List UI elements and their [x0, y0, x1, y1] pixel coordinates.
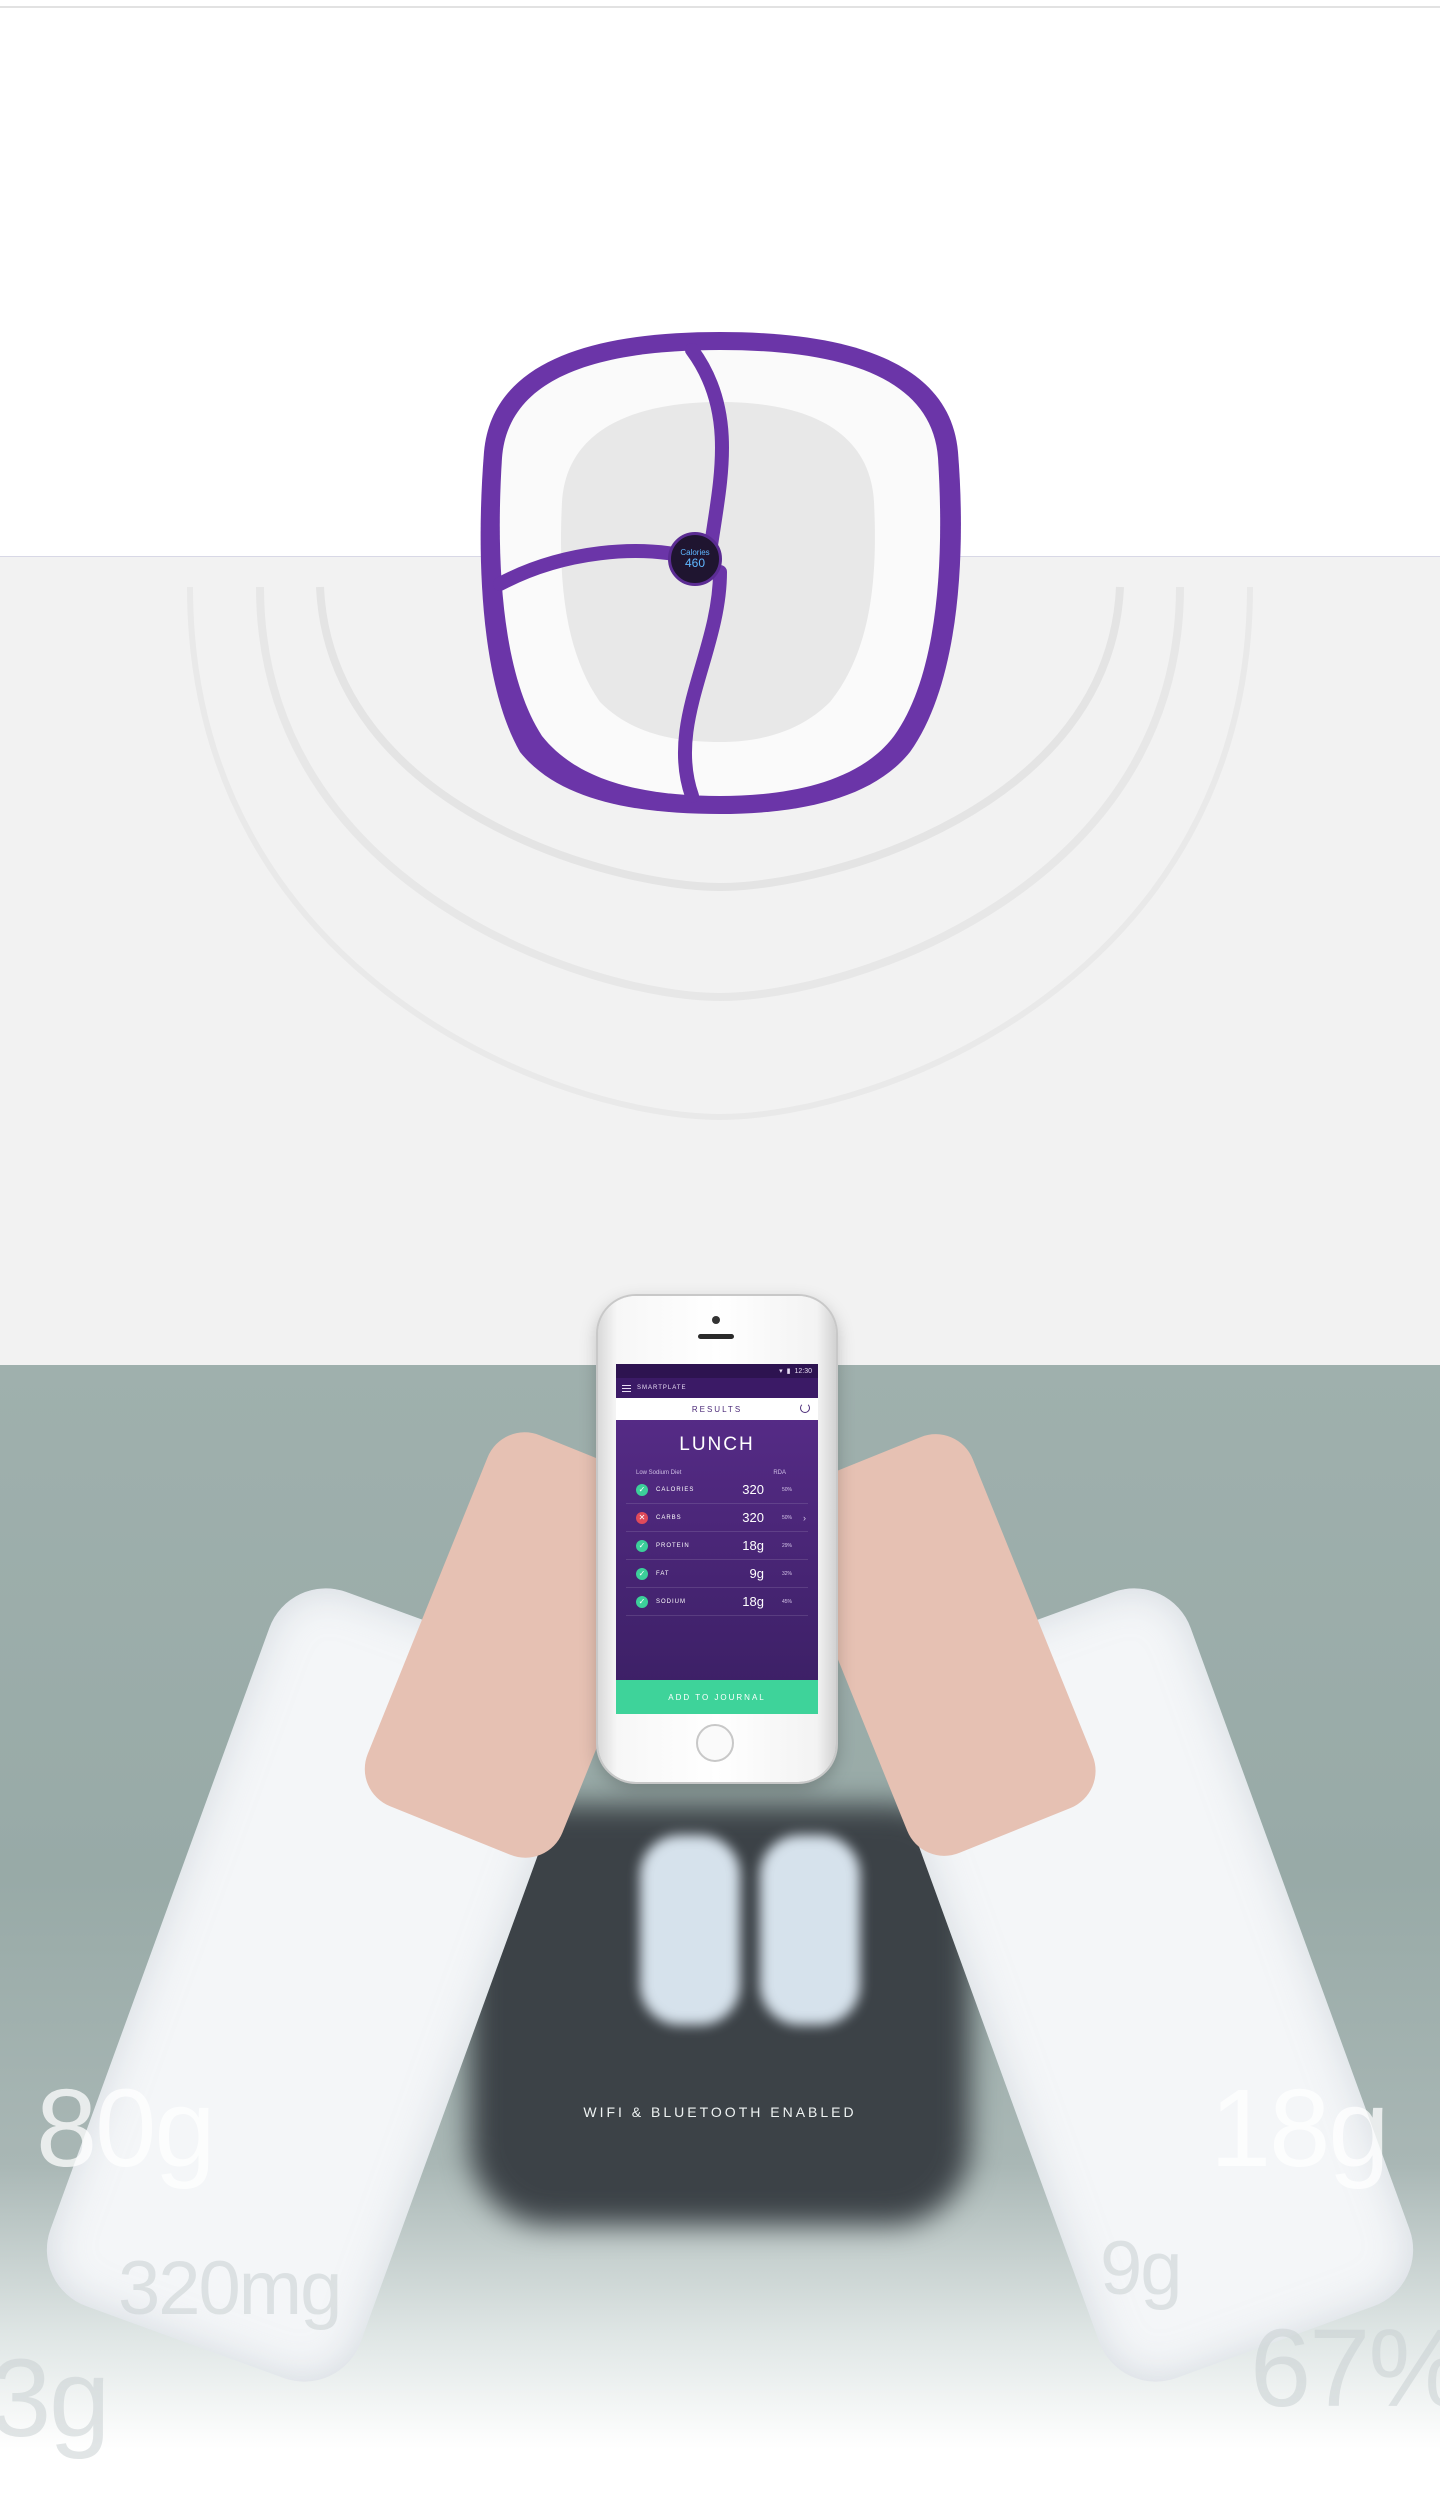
nutrient-list: ✓ CALORIES 320 50% ✕ CARBS 320 50% › ✓ P… [616, 1476, 818, 1616]
app-screen: ▾ ▮ 12:30 SMARTPLATE RESULTS LUNCH Low S… [616, 1364, 818, 1714]
brand-name: SMARTPLATE [637, 1385, 687, 1391]
calorie-display: Calories 460 [668, 532, 722, 586]
bg-number-left-top: 80g [36, 2067, 216, 2190]
screen-title: RESULTS [691, 1404, 743, 1414]
smart-plate [480, 332, 961, 814]
smartphone: ▾ ▮ 12:30 SMARTPLATE RESULTS LUNCH Low S… [598, 1296, 836, 1782]
nutrient-name: FAT [656, 1570, 670, 1577]
menu-icon[interactable] [622, 1384, 631, 1392]
nutrient-amount: 18g [742, 1538, 764, 1553]
results-header: RESULTS [616, 1398, 818, 1420]
diet-label: Low Sodium Diet [636, 1470, 682, 1476]
bg-number-right-bottom: 67% [1250, 2307, 1440, 2430]
nutrient-name: CARBS [656, 1514, 682, 1521]
app-bar: SMARTPLATE [616, 1378, 818, 1398]
add-to-journal-button[interactable]: ADD TO JOURNAL [616, 1680, 818, 1714]
check-icon: ✓ [636, 1483, 648, 1496]
nutrient-rda: 45% [781, 1598, 792, 1605]
nutrient-row-fat[interactable]: ✓ FAT 9g 32% [626, 1560, 808, 1588]
bg-number-right-mid: 9g [1100, 2226, 1183, 2311]
nutrient-amount: 320 [742, 1482, 764, 1497]
front-camera [712, 1316, 720, 1324]
nutrient-amount: 9g [749, 1566, 764, 1581]
wifi-icon: ▾ [779, 1368, 783, 1375]
bg-number-right-top: 18g [1210, 2067, 1390, 2190]
nutrient-rda: 50% [781, 1486, 792, 1493]
nutrient-name: CALORIES [656, 1486, 695, 1493]
nutrient-row-protein[interactable]: ✓ PROTEIN 18g 29% [626, 1532, 808, 1560]
nutrient-rda: 50% [781, 1514, 792, 1521]
shoe-right [760, 1835, 860, 2025]
rda-label: RDA [773, 1470, 786, 1476]
home-button[interactable] [696, 1724, 734, 1762]
check-icon: ✓ [636, 1567, 648, 1580]
nutrient-amount: 320 [742, 1510, 764, 1525]
meal-title: LUNCH [679, 1434, 755, 1455]
feature-caption: WIFI & BLUETOOTH ENABLED [583, 2104, 857, 2120]
chevron-right-icon[interactable]: › [792, 1513, 806, 1523]
nutrient-name: PROTEIN [656, 1542, 690, 1549]
battery-icon: ▮ [786, 1368, 791, 1375]
nutrient-row-calories[interactable]: ✓ CALORIES 320 50% [626, 1476, 808, 1504]
nutrient-name: SODIUM [656, 1598, 686, 1605]
nutrient-row-sodium[interactable]: ✓ SODIUM 18g 45% [626, 1588, 808, 1616]
check-icon: ✓ [636, 1595, 648, 1608]
refresh-icon[interactable] [800, 1403, 810, 1413]
status-bar: ▾ ▮ 12:30 [616, 1364, 818, 1378]
status-time: 12:30 [794, 1367, 812, 1375]
bg-number-left-bottom: 3g [0, 2337, 110, 2460]
bg-number-left-mid: 320mg [118, 2246, 342, 2331]
nutrient-amount: 18g [742, 1594, 764, 1609]
check-icon: ✓ [636, 1539, 648, 1552]
nutrient-rda: 29% [781, 1542, 792, 1549]
nutrient-row-carbs[interactable]: ✕ CARBS 320 50% › [626, 1504, 808, 1532]
nutrient-rda: 32% [781, 1570, 792, 1577]
cross-icon: ✕ [636, 1511, 648, 1524]
calories-value: 460 [684, 556, 706, 570]
shoe-left [640, 1835, 740, 2025]
earpiece [698, 1334, 734, 1339]
